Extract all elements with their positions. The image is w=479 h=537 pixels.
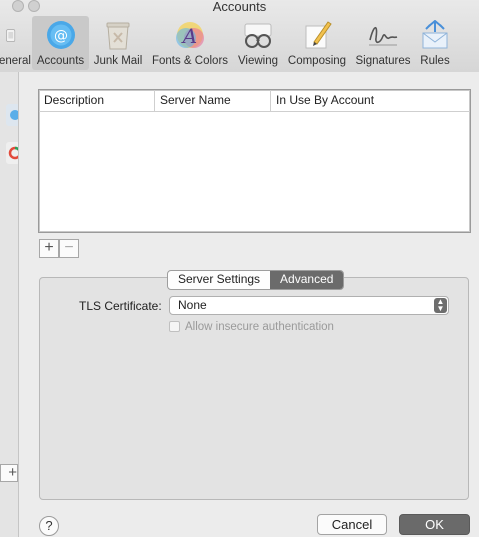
allow-insecure-checkbox[interactable] [169,321,180,332]
tab-server-settings[interactable]: Server Settings [168,271,270,289]
toolbar-label: Viewing [237,55,279,67]
pencil-paper-icon [305,21,332,49]
column-description[interactable]: Description [39,90,154,111]
column-server-name[interactable]: Server Name [154,90,270,111]
signature-icon [369,26,398,46]
toolbar-label: eneral [0,55,31,67]
fonts-colors-icon: A [176,22,204,48]
ok-button[interactable]: OK [399,514,470,535]
toolbar-label: Rules [420,55,450,67]
glasses-icon [244,23,272,48]
toolbar-viewing[interactable]: Viewing [234,16,282,70]
toolbar-label: Composing [287,55,347,67]
chevron-up-down-icon: ▲ ▼ [434,298,447,313]
allow-insecure-label: Allow insecure authentication [185,321,334,333]
general-switch-icon [6,29,16,42]
toolbar-label: Junk Mail [93,55,143,67]
toolbar-junk-mail[interactable]: Junk Mail [90,16,146,70]
tls-certificate-select[interactable]: None ▲ ▼ [169,296,449,315]
rules-envelope-icon [422,20,448,49]
tls-certificate-label: TLS Certificate: [79,299,162,313]
toolbar-composing[interactable]: Composing [284,16,350,70]
table-header: Description Server Name In Use By Accoun… [39,90,470,112]
toolbar-label: Accounts [36,55,85,67]
title-bar: Accounts eneral @ Accounts Junk Mail A F… [0,0,479,73]
toolbar-accounts[interactable]: @ Accounts [32,16,89,70]
cancel-button[interactable]: Cancel [317,514,387,535]
remove-server-button[interactable]: − [59,239,79,258]
toolbar-label: Fonts & Colors [151,55,229,67]
toolbar-fonts-colors[interactable]: A Fonts & Colors [148,16,232,70]
tls-certificate-value: None [178,298,207,312]
icloud-account-icon [6,104,18,126]
allow-insecure-row: Allow insecure authentication [169,320,334,334]
toolbar-rules[interactable]: Rules [416,16,454,70]
toolbar-signatures[interactable]: Signatures [352,16,414,70]
background-account-list: + [0,72,19,537]
add-server-button[interactable]: + [39,239,59,258]
help-button[interactable]: ? [39,516,59,536]
account-server-sheet: Description Server Name In Use By Accoun… [19,72,479,537]
settings-tabs: Server Settings Advanced [167,270,345,290]
at-sign-icon: @ [46,21,75,49]
background-add-button[interactable]: + [0,464,18,482]
toolbar-label: Signatures [355,55,411,67]
toolbar-general[interactable]: eneral [0,16,31,70]
junk-bin-icon [106,22,130,50]
server-table[interactable]: Description Server Name In Use By Accoun… [38,89,471,233]
google-account-icon [6,142,18,164]
window-title: Accounts [212,0,267,14]
column-in-use-by-account[interactable]: In Use By Account [270,90,470,111]
svg-text:@: @ [54,28,68,44]
tab-advanced[interactable]: Advanced [270,271,344,289]
svg-text:A: A [181,24,197,48]
